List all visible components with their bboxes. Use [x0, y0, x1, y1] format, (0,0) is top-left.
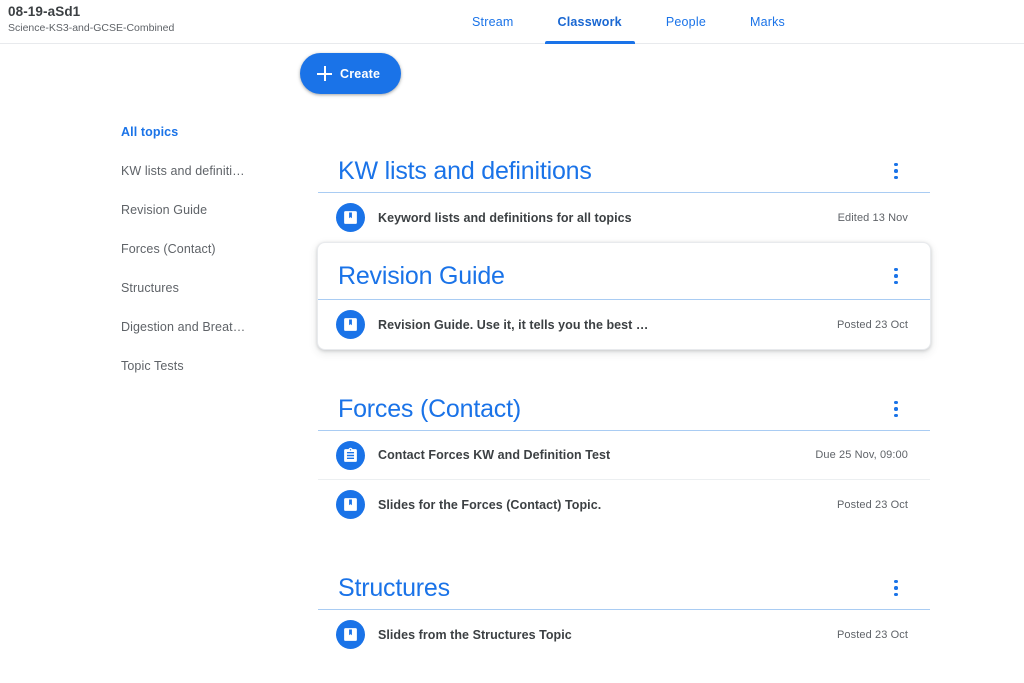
more-vert-icon[interactable]	[884, 397, 908, 421]
tab-classwork[interactable]: Classwork	[536, 0, 644, 44]
sidebar-item-kw-lists[interactable]: KW lists and definiti…	[0, 151, 290, 190]
app-header: 08-19-aSd1 Science-KS3-and-GCSE-Combined…	[0, 0, 1024, 44]
sidebar-item-revision-guide[interactable]: Revision Guide	[0, 190, 290, 229]
main-tabs: Stream Classwork People Marks	[450, 0, 807, 44]
topic-header: KW lists and definitions	[318, 156, 930, 193]
classwork-item-meta: Posted 23 Oct	[836, 318, 908, 331]
topic-section-structures: Structures Slides from the Structures To…	[318, 529, 930, 659]
classwork-item[interactable]: Slides for the Forces (Contact) Topic. P…	[318, 480, 930, 529]
tab-stream[interactable]: Stream	[450, 0, 536, 44]
classwork-item-title: Keyword lists and definitions for all to…	[378, 210, 632, 225]
classwork-item[interactable]: Slides from the Structures Topic Posted …	[318, 610, 930, 659]
sidebar-item-all-topics[interactable]: All topics	[0, 112, 290, 151]
classwork-item-title: Slides from the Structures Topic	[378, 627, 572, 642]
tab-people[interactable]: People	[644, 0, 728, 44]
classwork-item-meta: Posted 23 Oct	[836, 628, 908, 641]
topic-spacer	[318, 243, 930, 261]
topic-section-revision-guide[interactable]: Revision Guide Revision Guide. Use it, i…	[317, 242, 931, 350]
material-icon	[336, 490, 365, 519]
material-icon	[336, 203, 365, 232]
classwork-item-meta: Edited 13 Nov	[837, 211, 908, 224]
plus-icon	[317, 66, 332, 81]
classwork-item[interactable]: Revision Guide. Use it, it tells you the…	[318, 300, 930, 349]
classwork-item-title: Contact Forces KW and Definition Test	[378, 448, 611, 462]
topic-header: Forces (Contact)	[318, 394, 930, 431]
create-button[interactable]: Create	[300, 53, 401, 94]
classwork-item[interactable]: Keyword lists and definitions for all to…	[318, 193, 930, 242]
topic-title[interactable]: KW lists and definitions	[338, 156, 592, 186]
topic-title[interactable]: Revision Guide	[338, 261, 505, 291]
sidebar-item-structures[interactable]: Structures	[0, 268, 290, 307]
material-icon	[336, 620, 365, 649]
create-button-label: Create	[340, 66, 381, 81]
topic-list: KW lists and definitions Keyword lists a…	[290, 112, 1024, 659]
topic-spacer	[318, 112, 930, 156]
material-icon	[336, 310, 365, 339]
topic-section-forces-contact: Forces (Contact) Contact Forces KW and D…	[318, 350, 930, 529]
topic-spacer	[318, 350, 930, 394]
topics-sidebar: All topics KW lists and definiti… Revisi…	[0, 44, 290, 385]
sidebar-item-forces-contact[interactable]: Forces (Contact)	[0, 229, 290, 268]
more-vert-icon[interactable]	[884, 159, 908, 183]
sidebar-item-digestion[interactable]: Digestion and Breat…	[0, 307, 290, 346]
topic-header: Structures	[318, 573, 930, 610]
topic-header: Revision Guide	[318, 261, 930, 300]
assignment-icon	[336, 440, 365, 470]
classwork-item-meta: Posted 23 Oct	[836, 498, 908, 511]
topic-section-kw-lists: KW lists and definitions Keyword lists a…	[318, 112, 930, 242]
more-vert-icon[interactable]	[884, 264, 908, 288]
class-name: 08-19-aSd1	[8, 4, 81, 19]
topic-spacer	[318, 529, 930, 573]
classwork-item-title: Revision Guide. Use it, it tells you the…	[378, 317, 649, 332]
classwork-main: Create KW lists and definitions Keyword …	[290, 44, 1024, 659]
sidebar-item-topic-tests[interactable]: Topic Tests	[0, 346, 290, 385]
class-section: Science-KS3-and-GCSE-Combined	[8, 22, 175, 34]
tab-marks[interactable]: Marks	[728, 0, 807, 44]
classwork-item[interactable]: Contact Forces KW and Definition Test Du…	[318, 431, 930, 480]
classwork-item-meta: Due 25 Nov, 09:00	[815, 449, 908, 461]
more-vert-icon[interactable]	[884, 576, 908, 600]
classwork-item-title: Slides for the Forces (Contact) Topic.	[378, 497, 602, 512]
class-header-titles: 08-19-aSd1 Science-KS3-and-GCSE-Combined	[8, 4, 174, 35]
topic-title[interactable]: Forces (Contact)	[338, 394, 521, 424]
topic-title[interactable]: Structures	[338, 573, 450, 603]
